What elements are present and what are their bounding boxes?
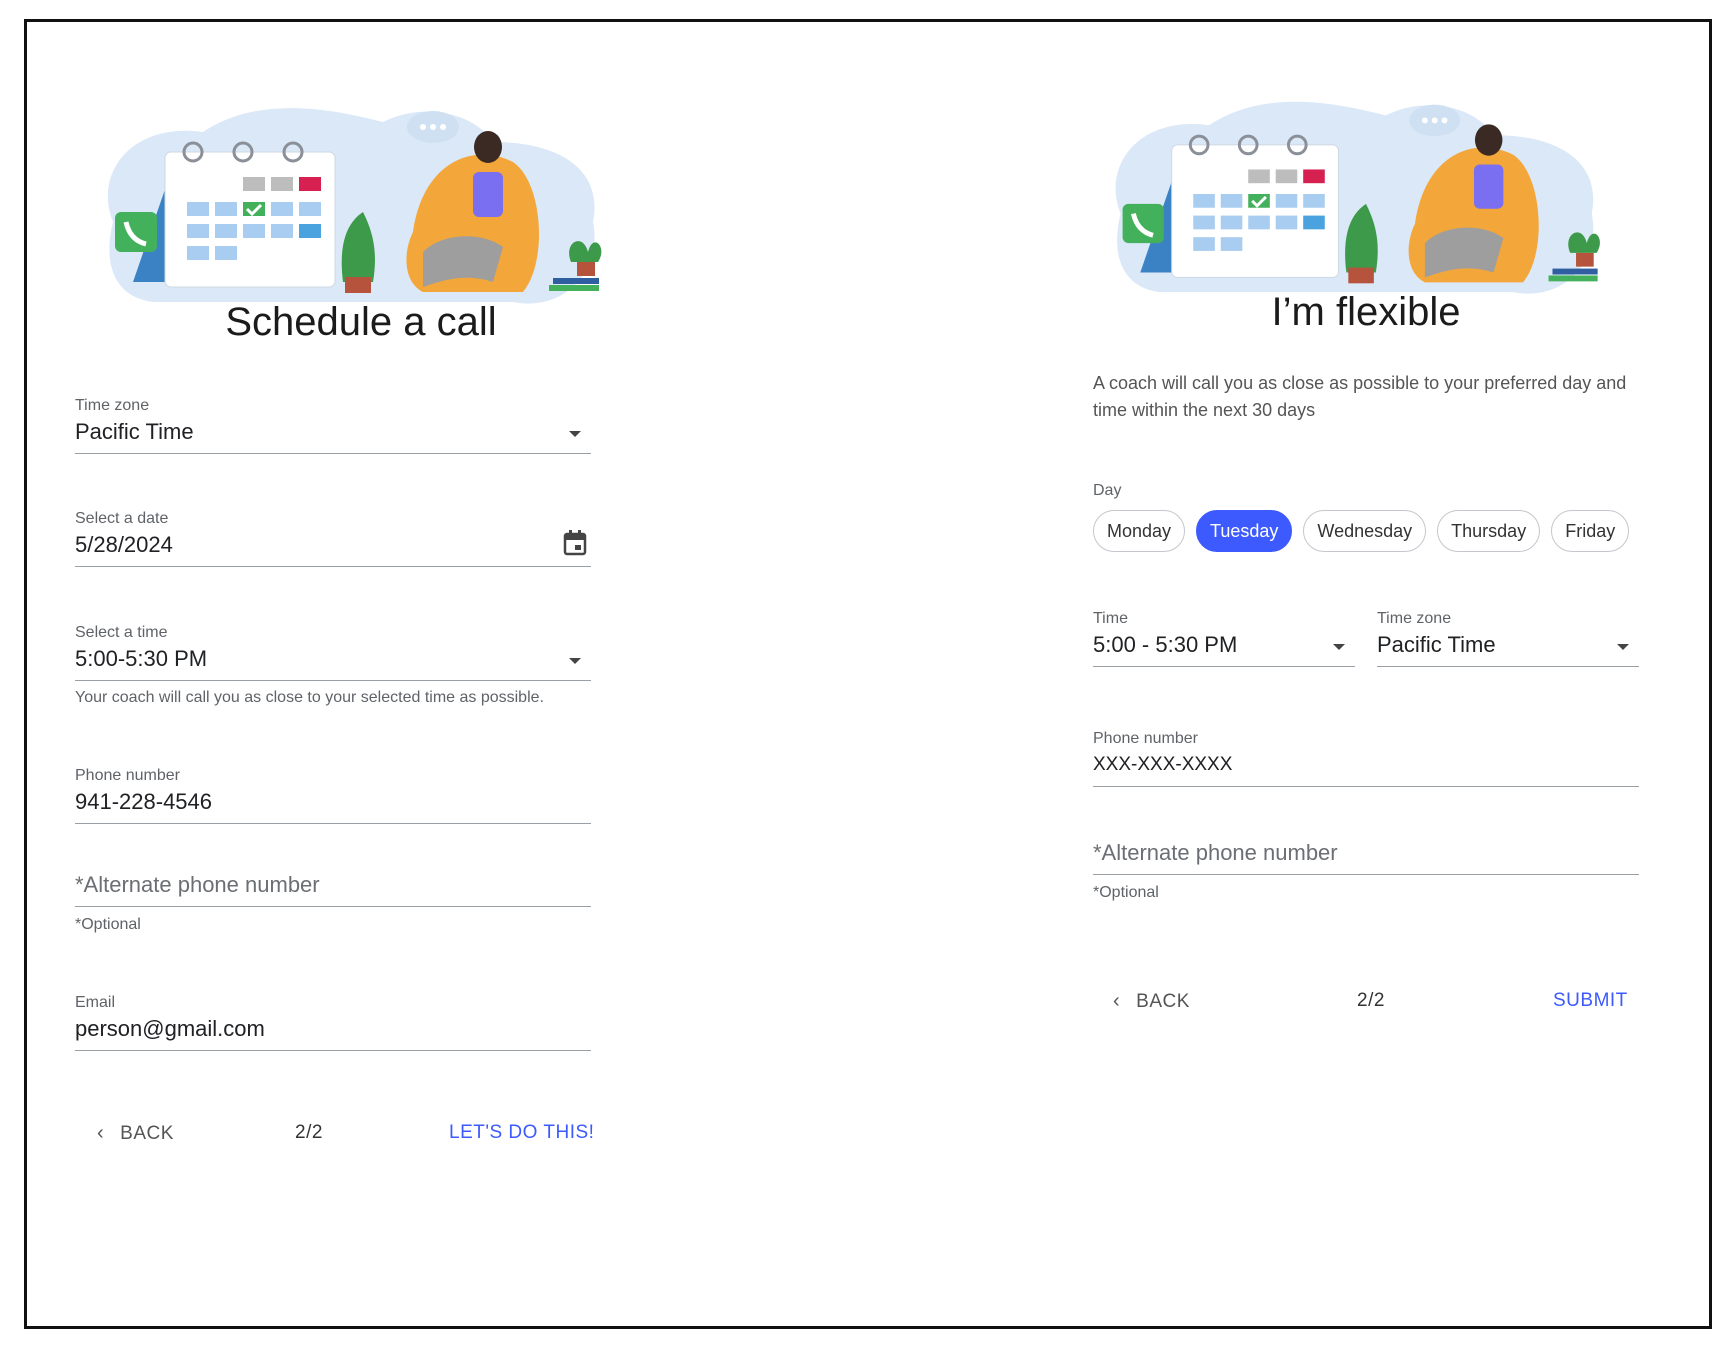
day-chip-monday[interactable]: Monday <box>1093 510 1186 552</box>
alternate-phone-placeholder: *Alternate phone number <box>1093 840 1338 865</box>
time-select[interactable]: Select a time 5:00-5:30 PM <box>75 624 591 681</box>
timezone-select[interactable]: Time zone Pacific Time <box>75 397 591 454</box>
back-label: BACK <box>1136 990 1190 1012</box>
email-value: person@gmail.com <box>75 1016 265 1041</box>
dropdown-caret-icon <box>1617 644 1629 650</box>
email-field[interactable]: Email person@gmail.com <box>75 994 591 1051</box>
day-chip-wednesday[interactable]: Wednesday <box>1303 510 1427 552</box>
date-value: 5/28/2024 <box>75 532 173 557</box>
alternate-phone-input[interactable]: *Alternate phone number <box>1093 840 1639 875</box>
phone-label: Phone number <box>1093 730 1198 747</box>
dropdown-caret-icon <box>1333 644 1345 650</box>
phone-field[interactable]: Phone number 941-228-4546 <box>75 767 591 824</box>
time-value: 5:00-5:30 PM <box>75 646 208 671</box>
optional-helper-text: *Optional <box>1093 884 1159 901</box>
back-button[interactable]: ‹ BACK <box>97 1122 174 1145</box>
dropdown-caret-icon <box>569 431 581 437</box>
phone-placeholder: XXX-XXX-XXXX <box>1093 754 1233 775</box>
dropdown-caret-icon <box>569 658 581 664</box>
submit-button[interactable]: SUBMIT <box>1553 990 1628 1012</box>
chevron-left-icon: ‹ <box>97 1122 105 1144</box>
timezone-value: Pacific Time <box>75 419 194 444</box>
alternate-phone-input[interactable]: *Alternate phone number <box>75 872 591 907</box>
day-chip-group: Monday Tuesday Wednesday Thursday Friday <box>1093 510 1630 552</box>
step-indicator: 2/2 <box>1357 990 1385 1011</box>
page-title: Schedule a call <box>225 300 497 344</box>
chevron-left-icon: ‹ <box>1113 990 1121 1012</box>
timezone-select[interactable]: Time zone Pacific Time <box>1377 610 1639 667</box>
screenshot-frame: Schedule a call Time zone Pacific Time S… <box>24 19 1712 1329</box>
page-title: I’m flexible <box>1271 290 1461 334</box>
date-label: Select a date <box>75 510 169 527</box>
time-label: Time <box>1093 610 1128 627</box>
scheduling-illustration <box>107 108 602 304</box>
phone-input[interactable]: Phone number XXX-XXX-XXXX <box>1093 730 1639 787</box>
time-label: Select a time <box>75 624 168 641</box>
email-label: Email <box>75 994 116 1011</box>
day-label: Day <box>1093 482 1122 499</box>
timezone-label: Time zone <box>75 397 150 414</box>
day-chip-tuesday[interactable]: Tuesday <box>1196 510 1293 552</box>
phone-value: 941-228-4546 <box>75 789 213 814</box>
description-text: A coach will call you as close as possib… <box>1093 373 1627 420</box>
timezone-value: Pacific Time <box>1377 632 1496 657</box>
step-indicator: 2/2 <box>295 1122 323 1143</box>
day-chip-thursday[interactable]: Thursday <box>1437 510 1541 552</box>
time-helper-text: Your coach will call you as close to you… <box>75 689 544 706</box>
optional-helper-text: *Optional <box>75 916 141 933</box>
calendar-icon[interactable] <box>563 530 587 556</box>
alternate-phone-placeholder: *Alternate phone number <box>75 872 320 897</box>
timezone-label: Time zone <box>1377 610 1452 627</box>
lets-do-this-button[interactable]: LET'S DO THIS! <box>449 1122 594 1144</box>
time-value: 5:00 - 5:30 PM <box>1093 632 1238 657</box>
back-button[interactable]: ‹ BACK <box>1113 990 1190 1013</box>
phone-label: Phone number <box>75 767 180 784</box>
phone-icon <box>1122 203 1164 244</box>
back-label: BACK <box>120 1122 174 1144</box>
time-select[interactable]: Time 5:00 - 5:30 PM <box>1093 610 1355 667</box>
phone-icon <box>115 212 157 252</box>
day-chip-friday[interactable]: Friday <box>1551 510 1630 552</box>
scheduling-illustration <box>1115 101 1600 294</box>
date-field[interactable]: Select a date 5/28/2024 <box>75 510 591 567</box>
